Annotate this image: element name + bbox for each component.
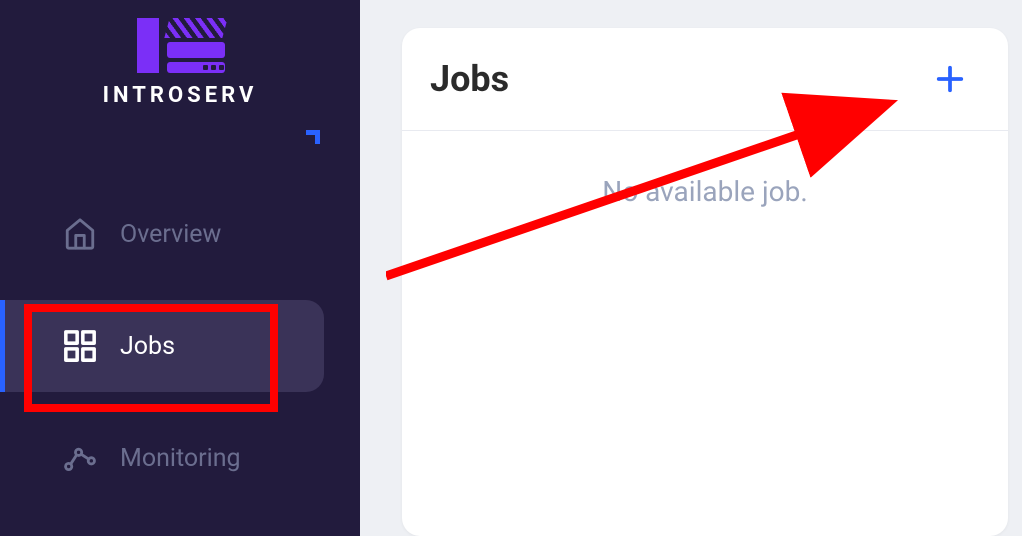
add-job-button[interactable] [932,61,968,97]
sidebar-nav: Overview Jobs [0,158,360,504]
card-body: No available job. [402,131,1008,252]
main-content: Jobs No available job. [360,0,1022,536]
brand-name: INTROSERV [103,83,258,108]
sidebar-item-label: Jobs [120,332,175,361]
grid-icon [62,328,98,364]
brand-logo[interactable]: INTROSERV [0,18,360,108]
collapse-sidebar-icon[interactable] [306,130,320,144]
sidebar-item-label: Overview [120,220,221,249]
sidebar-item-label: Monitoring [120,444,241,473]
home-icon [62,216,98,252]
sidebar-item-monitoring[interactable]: Monitoring [0,412,360,504]
sidebar-item-jobs[interactable]: Jobs [0,300,324,392]
jobs-card: Jobs No available job. [402,28,1008,536]
card-header: Jobs [402,28,1008,131]
logo-icon [125,18,235,73]
analytics-icon [62,440,98,476]
sidebar-item-overview[interactable]: Overview [0,188,360,280]
sidebar: INTROSERV Overview Jobs [0,0,360,536]
plus-icon [935,64,965,94]
empty-state-message: No available job. [422,175,988,208]
page-title: Jobs [430,58,509,100]
